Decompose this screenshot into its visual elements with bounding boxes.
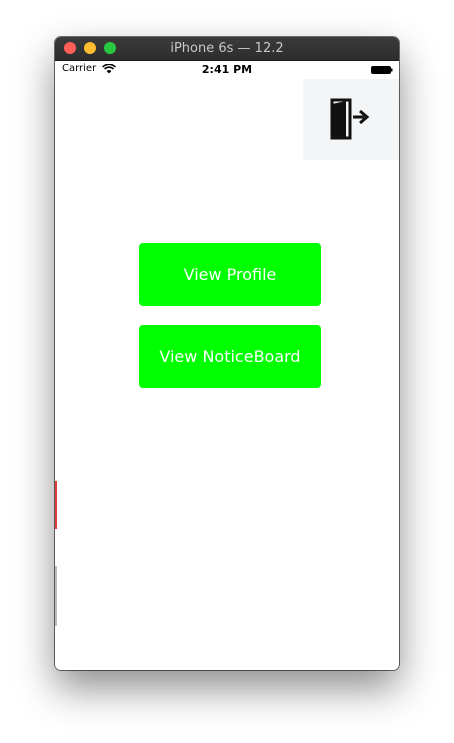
status-bar: Carrier 2:41 PM: [55, 61, 399, 79]
simulator-window: iPhone 6s — 12.2 Carrier 2:41 PM View Pr…: [55, 37, 399, 670]
view-noticeboard-button[interactable]: View NoticeBoard: [139, 325, 321, 388]
view-profile-button[interactable]: View Profile: [139, 243, 321, 306]
phone-screen: Carrier 2:41 PM View Profile View Notice…: [55, 61, 399, 670]
logout-button[interactable]: [303, 79, 399, 160]
logout-door-icon: [330, 98, 370, 140]
title-bar[interactable]: iPhone 6s — 12.2: [55, 37, 399, 61]
status-time: 2:41 PM: [201, 63, 253, 76]
battery-icon: [371, 66, 393, 74]
edge-divider: [55, 566, 57, 626]
window-title: iPhone 6s — 12.2: [170, 41, 284, 56]
edge-divider: [55, 481, 57, 529]
